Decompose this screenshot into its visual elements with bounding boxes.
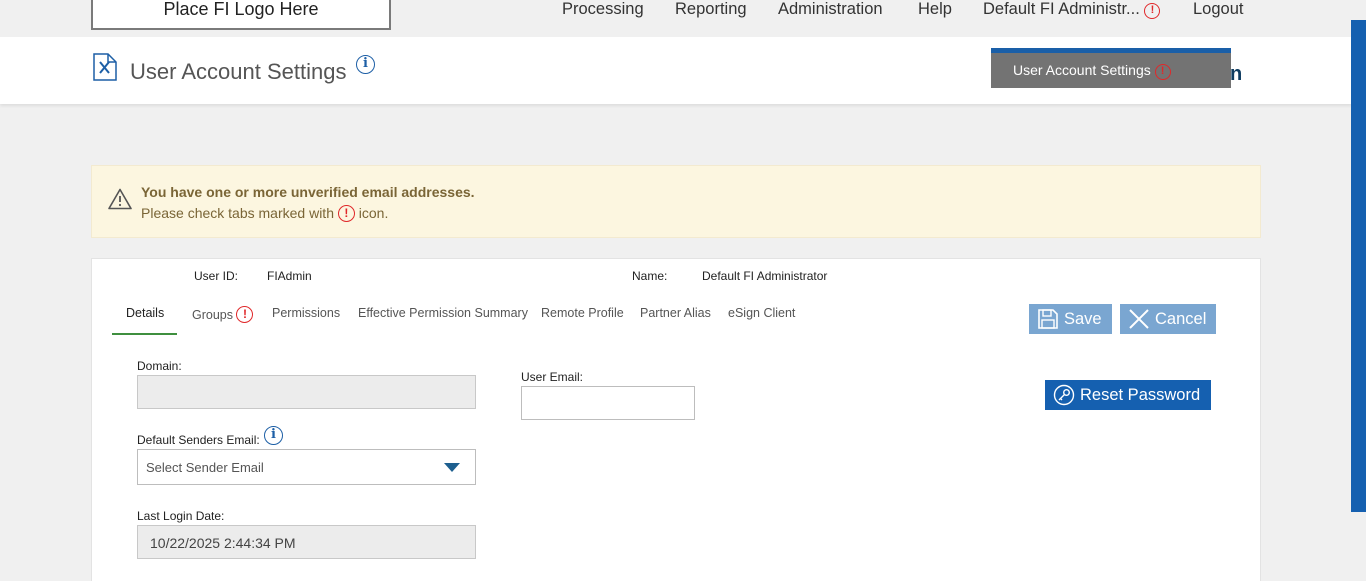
- nav-processing[interactable]: Processing: [562, 0, 644, 19]
- nav-user-label: Default FI Administr...: [983, 0, 1140, 18]
- warning-icon: [108, 188, 132, 210]
- name-label: Name:: [632, 269, 668, 283]
- default-senders-placeholder: Select Sender Email: [146, 460, 264, 475]
- save-label: Save: [1064, 309, 1102, 328]
- tab-esign-client[interactable]: eSign Client: [728, 306, 795, 320]
- last-login-value: 10/22/2025 2:44:34 PM: [150, 535, 296, 551]
- user-email-field[interactable]: [521, 386, 695, 420]
- alert-icon: !: [236, 306, 254, 323]
- key-icon: [1053, 384, 1075, 406]
- nav-user-menu[interactable]: Default FI Administr... !: [983, 0, 1161, 19]
- unverified-email-warning: You have one or more unverified email ad…: [91, 165, 1261, 238]
- user-account-settings-tab[interactable]: User Account Settings !: [991, 48, 1231, 88]
- tab-groups-label: Groups: [192, 308, 233, 322]
- warning-title: You have one or more unverified email ad…: [141, 184, 475, 200]
- save-button[interactable]: Save: [1029, 304, 1112, 334]
- scrollbar-thumb[interactable]: [1351, 20, 1366, 512]
- user-details-panel: User ID: FIAdmin Name: Default FI Admini…: [91, 258, 1261, 581]
- cancel-button[interactable]: Cancel: [1120, 304, 1216, 334]
- reset-password-button[interactable]: Reset Password: [1045, 380, 1211, 410]
- logo-placeholder: Place FI Logo Here: [91, 0, 391, 30]
- warning-text: Please check tabs marked with ! icon.: [141, 205, 388, 222]
- page-title: User Account Settings: [130, 59, 347, 84]
- user-email-label: User Email:: [521, 370, 584, 384]
- menu-tab-label: User Account Settings: [1013, 62, 1151, 78]
- chevron-down-icon: [444, 463, 460, 472]
- nav-administration[interactable]: Administration: [778, 0, 883, 19]
- header-trailing-text: n: [1230, 63, 1243, 85]
- top-nav: Place FI Logo Here Processing Reporting …: [0, 0, 1352, 37]
- tab-remote-profile[interactable]: Remote Profile: [541, 306, 624, 320]
- tab-groups[interactable]: Groups !: [192, 306, 254, 323]
- nav-help[interactable]: Help: [918, 0, 952, 19]
- alert-icon: !: [1154, 64, 1171, 80]
- tab-effective-permission-summary[interactable]: Effective Permission Summary: [358, 306, 528, 320]
- nav-logout[interactable]: Logout: [1193, 0, 1243, 19]
- last-login-label: Last Login Date:: [137, 509, 225, 523]
- user-id-label: User ID:: [194, 269, 239, 283]
- tab-partner-alias[interactable]: Partner Alias: [640, 306, 711, 320]
- warning-text-after: icon.: [358, 205, 389, 221]
- active-tab-indicator: [112, 333, 177, 335]
- domain-label: Domain:: [137, 359, 182, 373]
- page-header: User Account Settings i User Account Set…: [0, 37, 1352, 104]
- cancel-label: Cancel: [1155, 309, 1207, 328]
- last-login-field: 10/22/2025 2:44:34 PM: [137, 525, 476, 559]
- default-senders-label: Default Senders Email:: [137, 433, 260, 447]
- name-value: Default FI Administrator: [702, 269, 828, 283]
- save-icon: [1038, 309, 1058, 329]
- nav-reporting[interactable]: Reporting: [675, 0, 747, 19]
- default-senders-select[interactable]: Select Sender Email: [137, 449, 476, 485]
- user-id-value: FIAdmin: [267, 269, 312, 283]
- info-icon[interactable]: i: [264, 426, 283, 445]
- domain-field: [137, 375, 476, 409]
- document-settings-icon: [93, 53, 117, 81]
- close-icon: [1129, 309, 1149, 329]
- warning-text-before: Please check tabs marked with: [141, 205, 334, 221]
- info-icon[interactable]: i: [356, 55, 375, 74]
- alert-icon: !: [1144, 3, 1161, 19]
- tab-permissions[interactable]: Permissions: [272, 306, 340, 320]
- reset-password-label: Reset Password: [1080, 385, 1201, 404]
- alert-icon: !: [337, 205, 355, 222]
- tab-details[interactable]: Details: [126, 306, 164, 320]
